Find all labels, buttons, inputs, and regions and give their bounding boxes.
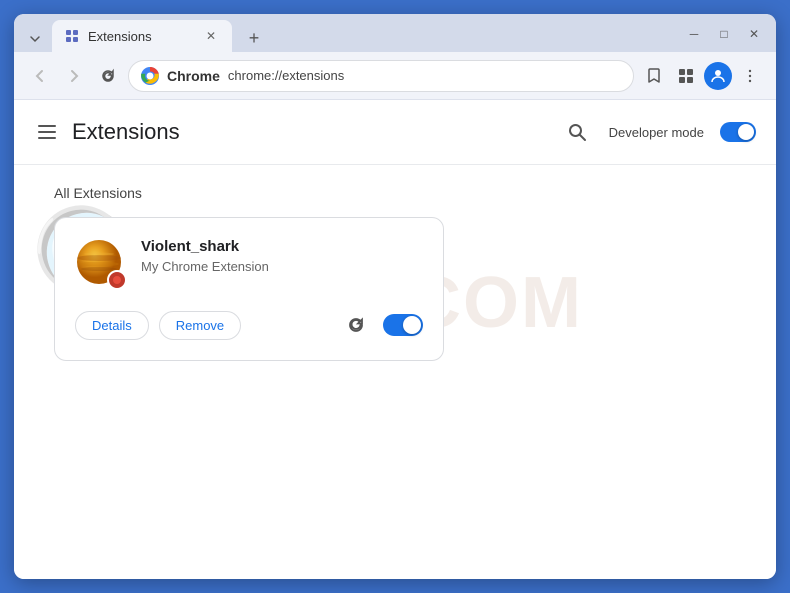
page-title: Extensions bbox=[72, 119, 180, 145]
active-tab[interactable]: Extensions ✕ bbox=[52, 20, 232, 52]
extension-buttons: Details Remove bbox=[75, 311, 341, 340]
extension-card: Violent_shark My Chrome Extension Detail… bbox=[54, 217, 444, 361]
extension-info-row: Violent_shark My Chrome Extension bbox=[75, 238, 423, 290]
remove-button[interactable]: Remove bbox=[159, 311, 241, 340]
extensions-header-left: Extensions bbox=[34, 119, 180, 145]
extensions-body: 🔍 RISK.COM All Extensions bbox=[14, 165, 776, 381]
details-button[interactable]: Details bbox=[75, 311, 149, 340]
hamburger-line-1 bbox=[38, 125, 56, 127]
chrome-logo-icon bbox=[141, 67, 159, 85]
maximize-button[interactable]: □ bbox=[710, 22, 738, 46]
extension-action-right bbox=[341, 310, 423, 340]
minimize-button[interactable]: ─ bbox=[680, 22, 708, 46]
extension-description: My Chrome Extension bbox=[141, 259, 269, 274]
extension-badge bbox=[107, 270, 127, 290]
tab-bar-left bbox=[22, 26, 48, 52]
search-extensions-button[interactable] bbox=[561, 116, 593, 148]
extensions-header: Extensions Developer mode bbox=[14, 100, 776, 165]
hamburger-button[interactable] bbox=[34, 121, 60, 143]
extension-actions: Details Remove bbox=[75, 310, 423, 340]
forward-button[interactable] bbox=[60, 62, 88, 90]
new-tab-button[interactable]: + bbox=[240, 24, 268, 52]
reload-page-button[interactable] bbox=[94, 62, 122, 90]
address-bar-actions bbox=[640, 62, 764, 90]
extension-enable-toggle[interactable] bbox=[383, 314, 423, 336]
page-content: Extensions Developer mode 🔍 RISK.COM All… bbox=[14, 100, 776, 579]
hamburger-line-2 bbox=[38, 131, 56, 133]
badge-inner bbox=[113, 276, 121, 284]
chrome-label: Chrome bbox=[167, 68, 220, 84]
extensions-icon-button[interactable] bbox=[672, 62, 700, 90]
reload-extension-button[interactable] bbox=[341, 310, 371, 340]
all-extensions-label: All Extensions bbox=[54, 185, 736, 201]
browser-window: Extensions ✕ + ─ □ ✕ bbox=[14, 14, 776, 579]
hamburger-line-3 bbox=[38, 137, 56, 139]
extension-icon-wrap bbox=[75, 238, 127, 290]
close-button[interactable]: ✕ bbox=[740, 22, 768, 46]
tab-dropdown-button[interactable] bbox=[22, 26, 48, 52]
profile-button[interactable] bbox=[704, 62, 732, 90]
extensions-header-right: Developer mode bbox=[561, 116, 756, 148]
developer-mode-toggle[interactable] bbox=[720, 122, 756, 142]
address-bar: Chrome chrome://extensions bbox=[14, 52, 776, 100]
bookmark-button[interactable] bbox=[640, 62, 668, 90]
tab-title: Extensions bbox=[88, 29, 194, 44]
tab-favicon bbox=[64, 28, 80, 44]
back-button[interactable] bbox=[26, 62, 54, 90]
extension-name: Violent_shark bbox=[141, 238, 269, 255]
url-text: chrome://extensions bbox=[228, 68, 621, 83]
chrome-menu-button[interactable] bbox=[736, 62, 764, 90]
url-bar[interactable]: Chrome chrome://extensions bbox=[128, 60, 634, 92]
tab-bar: Extensions ✕ + ─ □ ✕ bbox=[14, 14, 776, 52]
tab-close-button[interactable]: ✕ bbox=[202, 27, 220, 45]
window-controls: ─ □ ✕ bbox=[680, 22, 768, 52]
extension-text: Violent_shark My Chrome Extension bbox=[141, 238, 269, 274]
developer-mode-label: Developer mode bbox=[609, 125, 704, 140]
